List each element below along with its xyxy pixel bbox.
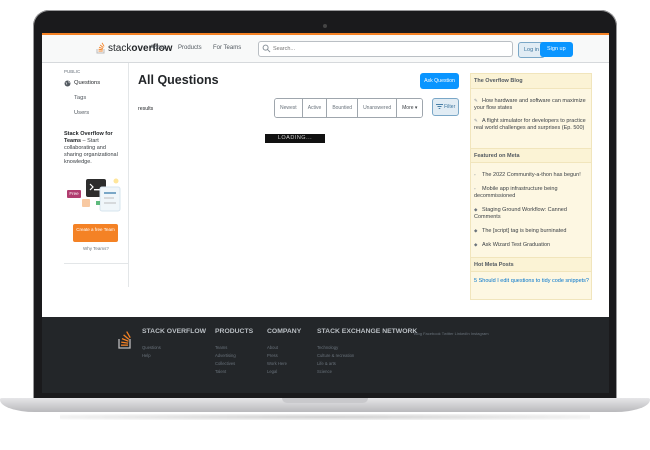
filter-icon (435, 104, 443, 110)
results-count: results (138, 106, 154, 112)
nav-products[interactable]: Products (178, 45, 202, 51)
stack-meta-icon: ◆ (474, 242, 478, 247)
search-icon (262, 44, 271, 53)
signup-button[interactable]: Sign up (540, 42, 573, 57)
footer-title-network: STACK EXCHANGE NETWORK (317, 328, 418, 335)
footer-link[interactable]: Advertising (215, 353, 236, 358)
sort-tabs: Newest Active Bountied Unanswered More ▾ (274, 98, 424, 118)
meta-item[interactable]: ◆ The [script] tag is being burninated (474, 227, 589, 235)
footer-link[interactable]: Questions (142, 345, 161, 350)
filter-label: Filter (444, 104, 456, 110)
camera-icon (323, 24, 327, 28)
sidebar-item-questions[interactable]: Questions (74, 80, 100, 86)
message-icon: ▫ (474, 186, 476, 191)
stack-meta-icon: ◆ (474, 207, 478, 212)
blog-item[interactable]: ✎ How hardware and software can maximize … (474, 97, 589, 112)
footer-link[interactable]: Legal (267, 369, 277, 374)
pencil-icon: ✎ (474, 98, 478, 103)
sidebar-item-tags[interactable]: Tags (74, 95, 86, 101)
footer-link[interactable]: Life & arts (317, 361, 336, 366)
nav-about[interactable]: About (150, 45, 166, 51)
tab-more[interactable]: More ▾ (397, 99, 423, 117)
laptop-notch (282, 398, 368, 403)
teams-illustration-icon (82, 178, 121, 212)
footer-title-company: COMPANY (267, 328, 302, 335)
tab-active[interactable]: Active (302, 99, 328, 117)
nav-for-teams[interactable]: For Teams (213, 45, 241, 51)
message-icon: ▫ (474, 172, 476, 177)
stack-meta-icon: ◆ (474, 228, 478, 233)
loading-indicator: LOADING... (265, 134, 325, 143)
blog-item[interactable]: ✎ A flight simulator for developers to pr… (474, 117, 589, 132)
stack-logo-icon (96, 42, 105, 54)
footer-link[interactable]: Collectives (215, 361, 235, 366)
footer-social-links[interactable]: Blog Facebook Twitter LinkedIn Instagram (414, 331, 489, 336)
blog-header: The Overflow Blog (471, 74, 591, 89)
footer: STACK OVERFLOW Questions Help PRODUCTS T… (42, 317, 609, 393)
footer-link[interactable]: Science (317, 369, 332, 374)
free-badge: Free (67, 190, 81, 198)
footer-link[interactable]: Work Here (267, 361, 287, 366)
footer-link[interactable]: About (267, 345, 278, 350)
globe-icon (64, 80, 71, 87)
screen: stackoverflow About Products For Teams L… (42, 33, 609, 393)
top-bar: stackoverflow About Products For Teams L… (42, 33, 609, 63)
sidebar-widget: The Overflow Blog ✎ How hardware and soft… (470, 73, 592, 300)
teams-promo: Stack Overflow for Teams – Start collabo… (64, 131, 124, 166)
meta-item[interactable]: ◆ Ask Wizard Test Graduation (474, 241, 589, 249)
footer-link[interactable]: Technology (317, 345, 338, 350)
footer-link[interactable]: Press (267, 353, 278, 358)
meta-item[interactable]: ◆ Staging Ground Workflow: Canned Comment… (474, 206, 589, 221)
meta-item[interactable]: ▫ The 2022 Community-a-thon has begun! (474, 171, 589, 179)
hot-meta-header: Hot Meta Posts (471, 257, 591, 272)
public-label: PUBLIC (64, 69, 81, 74)
why-teams-link[interactable]: Why Teams? (83, 246, 109, 251)
tab-unanswered[interactable]: Unanswered (358, 99, 398, 117)
page-title: All Questions (138, 73, 219, 87)
sidebar-border (128, 63, 129, 287)
sidebar-divider (64, 263, 128, 264)
footer-link[interactable]: Help (142, 353, 151, 358)
ask-question-button[interactable]: Ask Question (420, 73, 459, 89)
footer-link[interactable]: Culture & recreation (317, 353, 354, 358)
footer-logo-icon (118, 331, 131, 349)
create-team-button[interactable]: Create a free Team (73, 224, 118, 242)
footer-title-products: PRODUCTS (215, 328, 254, 335)
laptop-shadow (60, 414, 590, 420)
search-input[interactable] (273, 43, 503, 54)
footer-title-stack-overflow: STACK OVERFLOW (142, 328, 207, 335)
pencil-icon: ✎ (474, 118, 478, 123)
tab-bountied[interactable]: Bountied (327, 99, 359, 117)
footer-link[interactable]: Teams (215, 345, 227, 350)
meta-header: Featured on Meta (471, 148, 591, 163)
tab-newest[interactable]: Newest (275, 99, 303, 117)
search-box[interactable] (258, 41, 513, 57)
sidebar-item-users[interactable]: Users (74, 110, 89, 116)
left-sidebar: PUBLIC Questions Tags Users Stack Overfl… (64, 69, 128, 264)
footer-link[interactable]: Talent (215, 369, 226, 374)
logo-text-plain: stack (108, 42, 132, 54)
filter-button[interactable]: Filter (432, 98, 459, 116)
meta-item[interactable]: ▫ Mobile app infrastructure being decommi… (474, 185, 589, 200)
hot-meta-item[interactable]: 5 Should I edit questions to tidy code s… (474, 278, 589, 285)
